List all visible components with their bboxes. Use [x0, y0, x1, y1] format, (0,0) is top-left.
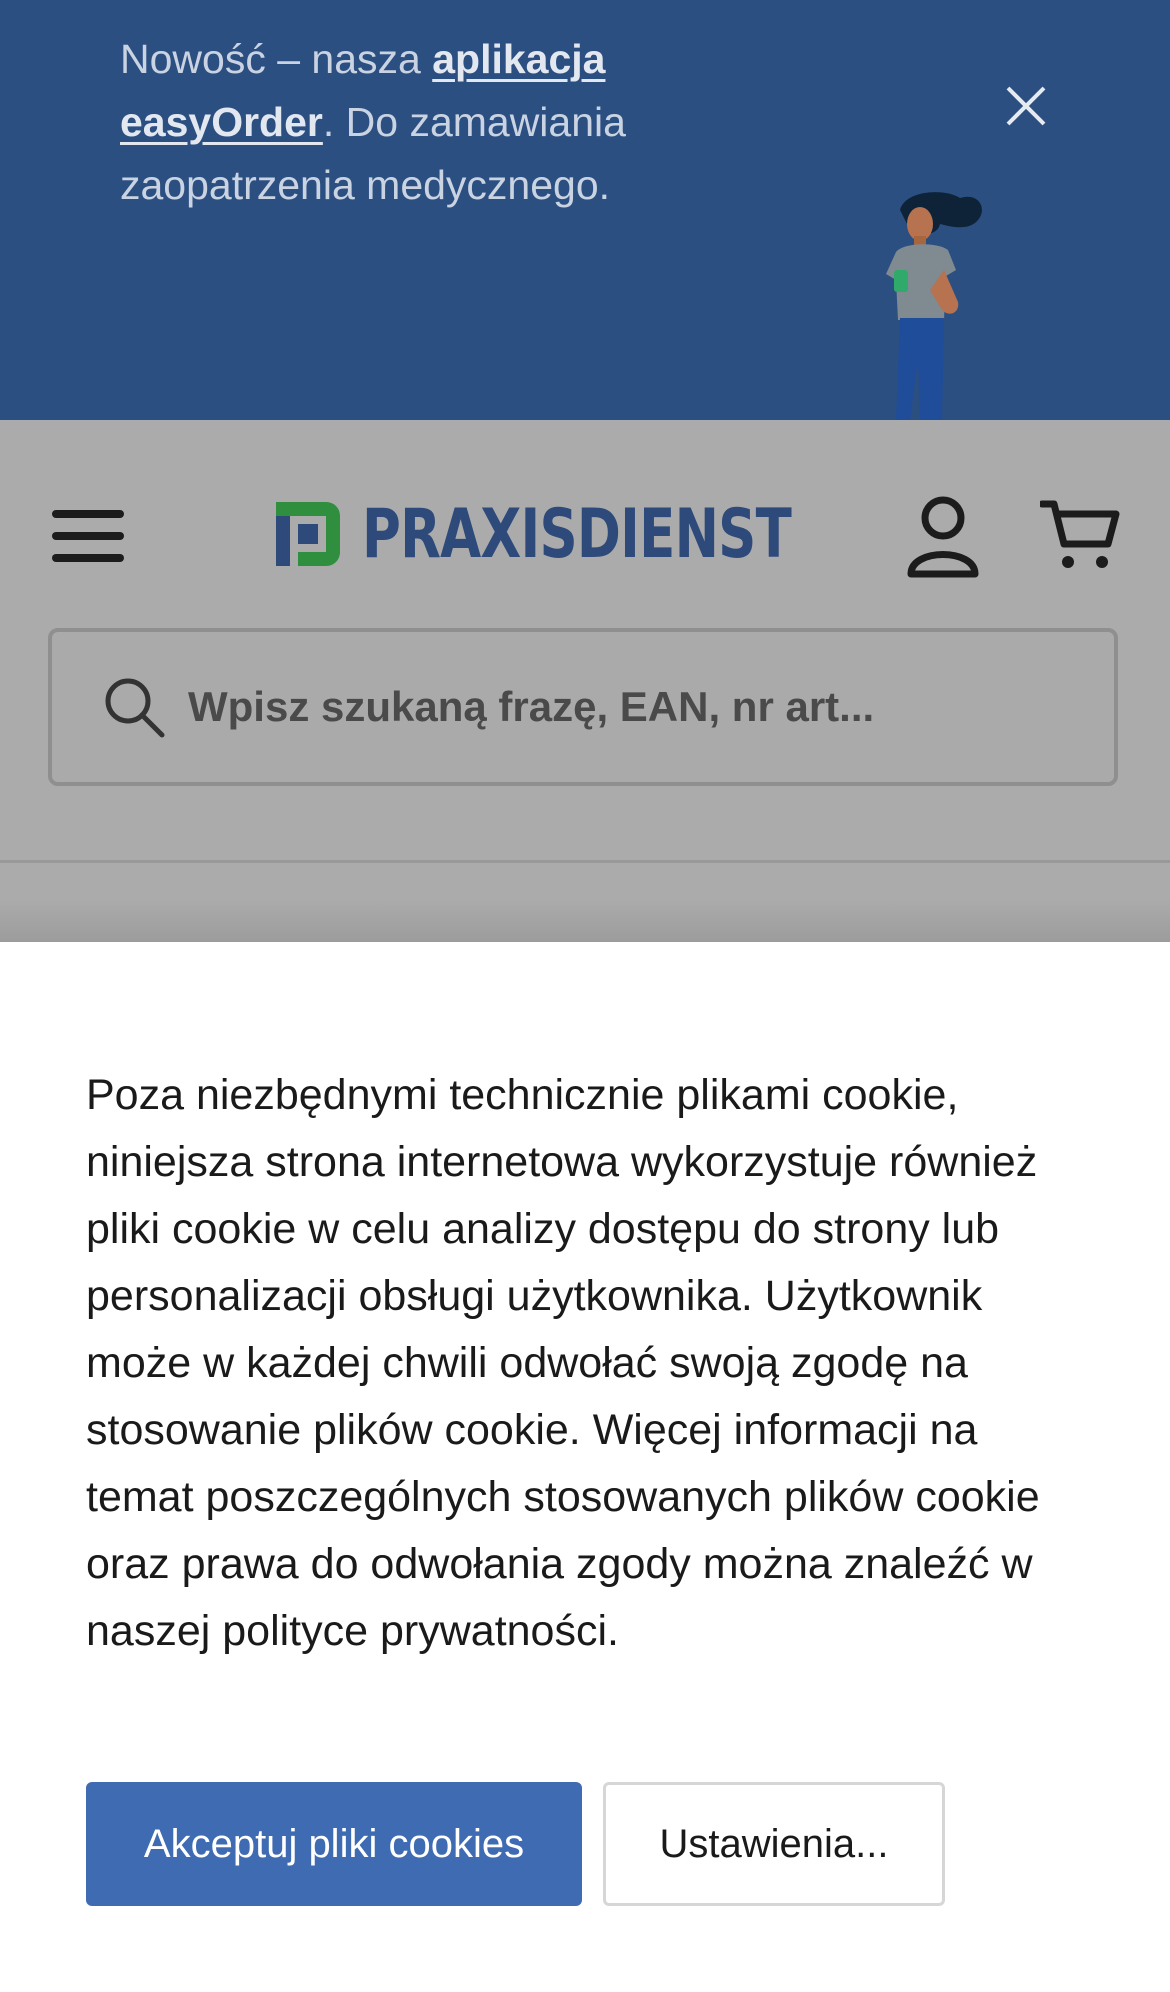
- promo-text: Nowość – nasza aplikacja easyOrder. Do z…: [120, 28, 680, 217]
- hamburger-menu-icon[interactable]: [52, 508, 124, 564]
- user-account-icon[interactable]: [906, 496, 980, 578]
- praxisdienst-logo-mark: [276, 502, 340, 566]
- promo-text-before: Nowość – nasza: [120, 36, 433, 82]
- cookie-consent-text: Poza niezbędnymi technicznie plikami coo…: [86, 1071, 1040, 1655]
- promo-banner: Nowość – nasza aplikacja easyOrder. Do z…: [0, 0, 1170, 420]
- page: Nowość – nasza aplikacja easyOrder. Do z…: [0, 0, 1170, 1992]
- search-input[interactable]: [188, 683, 1008, 731]
- search-icon[interactable]: [102, 675, 166, 739]
- logo-text: PRAXISDIENST: [362, 494, 792, 574]
- cookie-consent-panel: Poza niezbędnymi technicznie plikami coo…: [0, 942, 1170, 1992]
- search-bar: [48, 628, 1118, 786]
- accept-cookies-button[interactable]: Akceptuj pliki cookies: [86, 1782, 582, 1906]
- close-icon[interactable]: [998, 78, 1054, 134]
- praxisdienst-logo[interactable]: PRAXISDIENST: [276, 494, 912, 574]
- header-divider: [0, 860, 1170, 863]
- cookie-settings-button[interactable]: Ustawienia...: [603, 1782, 945, 1906]
- shopping-cart-icon[interactable]: [1038, 498, 1120, 572]
- woman-with-phone-illustration: [860, 190, 1000, 420]
- header-shadow: [0, 900, 1170, 942]
